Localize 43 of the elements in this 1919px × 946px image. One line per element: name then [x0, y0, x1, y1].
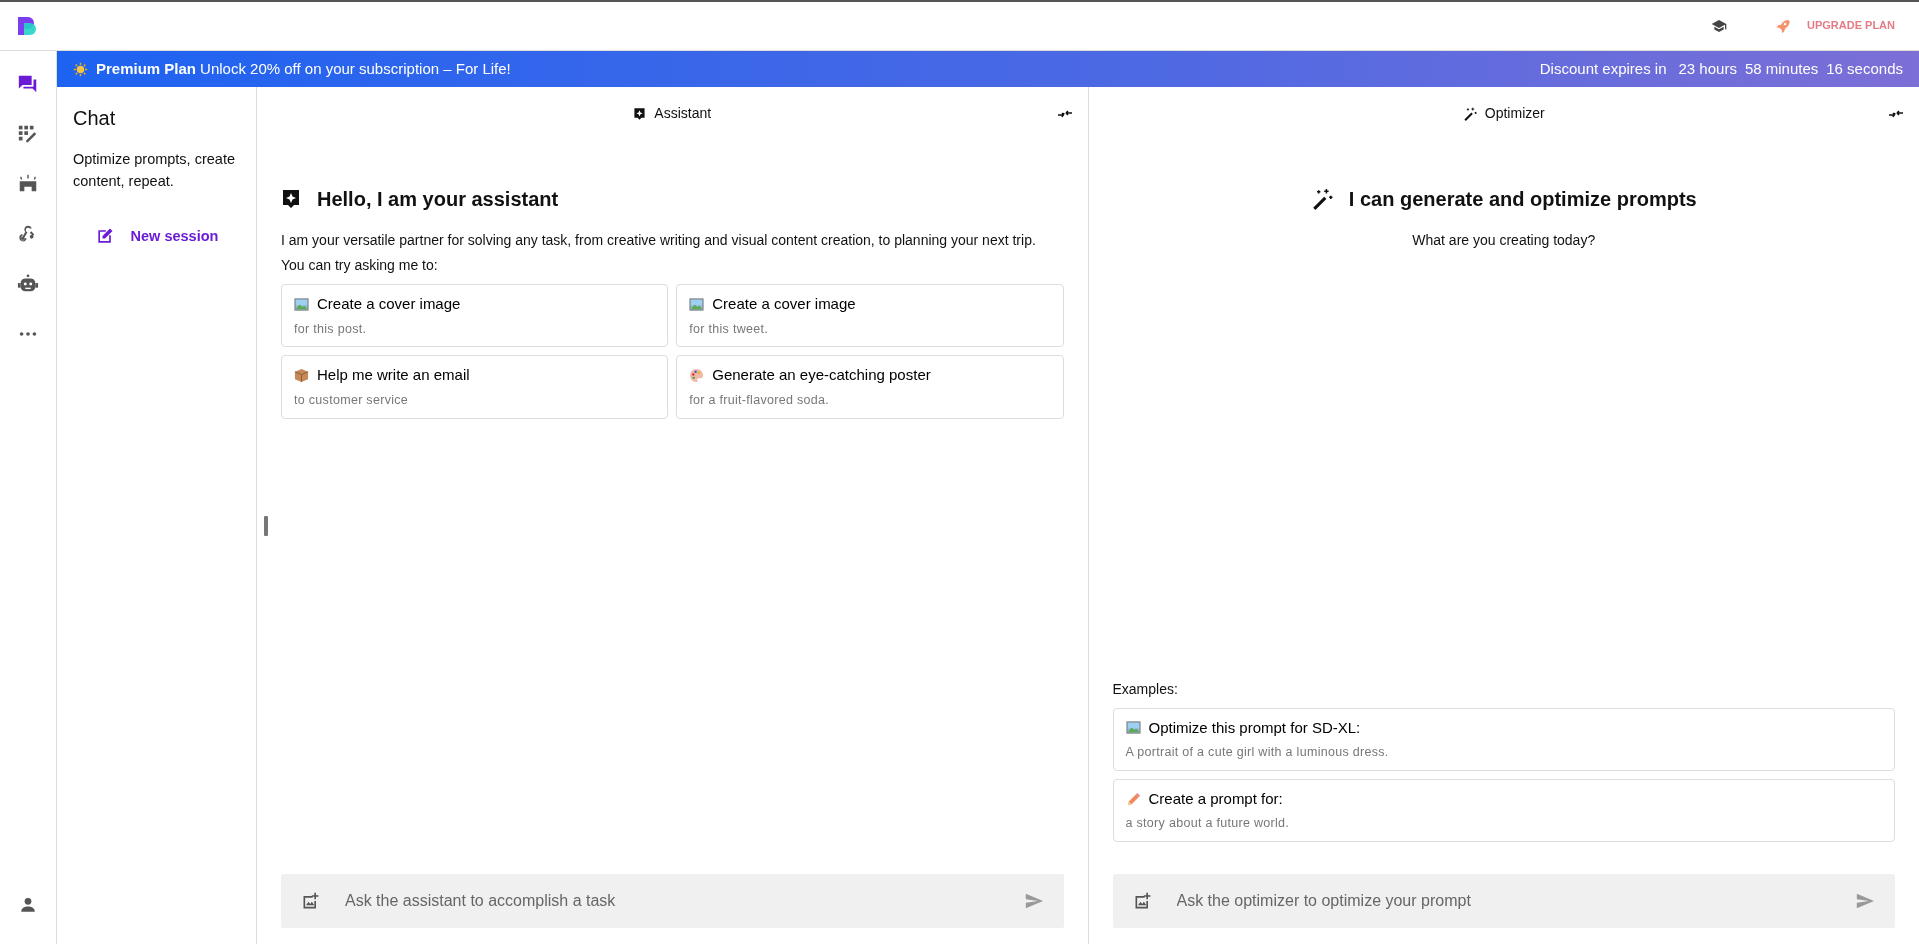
resize-handle[interactable]	[264, 515, 268, 536]
countdown-value: 23 hours	[1678, 58, 1737, 79]
countdown-value: 58 minutes	[1744, 58, 1819, 79]
add-image-icon[interactable]	[301, 891, 321, 911]
panel-title: Assistant	[654, 104, 712, 123]
suggestion-card[interactable]: Create a cover image for this post.	[281, 284, 669, 348]
examples-label: Examples:	[1112, 679, 1179, 699]
optimizer-heading: I can generate and optimize prompts	[1348, 187, 1697, 212]
countdown-value: 16 seconds	[1826, 58, 1903, 79]
sidebar-description: Optimize prompts, create content, repeat.	[73, 150, 236, 191]
sun-icon	[73, 61, 88, 77]
rocket-icon	[1775, 18, 1791, 34]
picture-icon	[1125, 720, 1141, 736]
intro-text: I am your versatile partner for solving any task, from creative writing and visual content creation, to planning your next trip.	[281, 231, 1037, 250]
package-icon	[294, 368, 309, 383]
picture-icon	[689, 296, 705, 312]
picture-icon	[294, 296, 309, 312]
try-label: You can try asking me to:	[281, 256, 439, 275]
suggestion-card[interactable]: Create a cover image for this tweet.	[676, 284, 1064, 348]
pencil-icon	[1125, 791, 1141, 807]
suggestion-card[interactable]: Create a prompt for: a story about a future world.	[1112, 778, 1895, 842]
prompt-input[interactable]: Ask the optimizer to optimize your prompt	[1112, 874, 1895, 928]
suggestion-card[interactable]: Help me write an email to customer service	[281, 355, 669, 419]
suggestion-card[interactable]: Generate an eye-catching poster for a fruit-flavored soda.	[676, 355, 1064, 419]
assistant-icon	[281, 188, 301, 210]
panel-title: Optimizer	[1484, 104, 1545, 123]
plan-name: Premium Plan	[96, 58, 197, 79]
assistant-icon	[633, 106, 647, 121]
sidebar-title: Chat	[73, 106, 117, 131]
magic-wand-icon	[1310, 188, 1333, 210]
offer-text: Unlock 20% off on your subscription – For Life!	[200, 58, 511, 79]
graduation-cap-icon[interactable]	[1711, 19, 1727, 33]
magic-wand-icon	[1462, 106, 1477, 121]
palette-icon	[689, 368, 705, 383]
optimizer-subtitle: What are you creating today?	[1412, 231, 1596, 250]
greeting-heading: Hello, I am your assistant	[317, 187, 559, 212]
prompt-input[interactable]: Ask the assistant to accomplish a task	[281, 874, 1064, 928]
countdown-label: Discount expires in	[1539, 58, 1667, 79]
app-logo	[16, 15, 36, 37]
suggestion-card[interactable]: Optimize this prompt for SD-XL: A portrait of a cute girl with a luminous dress.	[1112, 707, 1895, 771]
new-session-button[interactable]: New session	[88, 224, 225, 249]
collapse-icon[interactable]	[1057, 108, 1072, 119]
collapse-icon[interactable]	[1889, 108, 1903, 119]
